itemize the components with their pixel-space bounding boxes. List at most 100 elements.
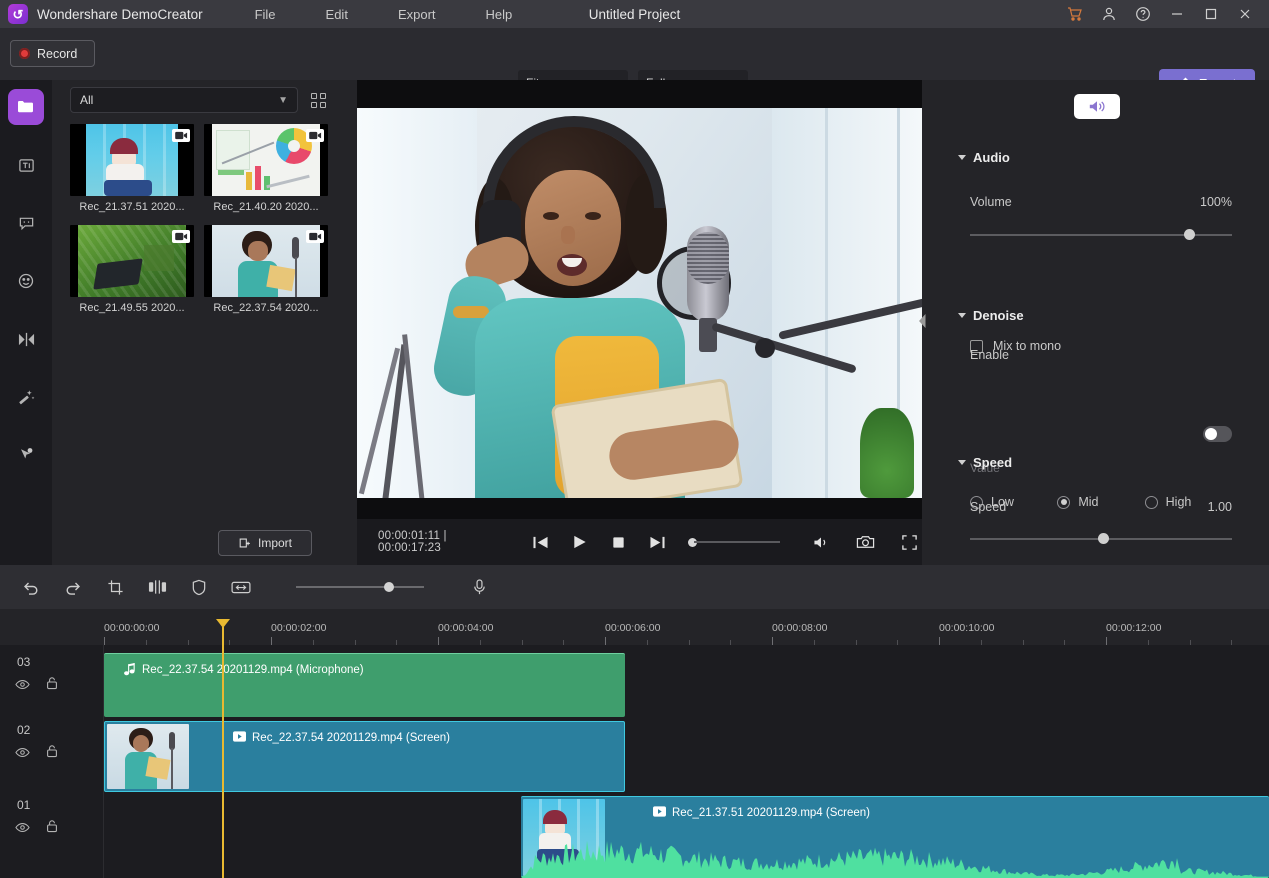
speed-label: Speed bbox=[970, 500, 1006, 514]
text-icon bbox=[18, 157, 35, 174]
zoom-track bbox=[296, 586, 424, 588]
sidebar-item-annotation[interactable] bbox=[8, 205, 44, 241]
timeline-clip-02[interactable]: Rec_22.37.54 20201129.mp4 (Screen) bbox=[104, 721, 625, 792]
media-item[interactable]: Rec_21.37.51 2020... bbox=[70, 124, 194, 213]
section-speed-title: Speed bbox=[973, 455, 1012, 470]
toolbar: Record Fit ▼ Full ▼ Export bbox=[0, 28, 1269, 80]
play-button[interactable] bbox=[566, 529, 592, 555]
ruler-label: 00:00:00:00 bbox=[104, 622, 159, 634]
player-controls: 00:00:01:11 | 00:00:17:23 bbox=[357, 519, 922, 565]
menu-edit[interactable]: Edit bbox=[320, 3, 354, 26]
import-icon bbox=[238, 536, 252, 550]
eye-icon[interactable] bbox=[15, 677, 30, 695]
close-icon[interactable] bbox=[1235, 4, 1255, 24]
import-button[interactable]: Import bbox=[218, 530, 312, 556]
menu-file[interactable]: File bbox=[249, 3, 282, 26]
folder-icon bbox=[16, 97, 36, 117]
timeline-ruler[interactable]: 00:00:00:00 00:00:02:00 00:00:04:00 00:0… bbox=[0, 609, 1269, 645]
grid-cell-icon bbox=[311, 93, 317, 99]
track-number: 03 bbox=[17, 655, 30, 669]
media-item[interactable]: Rec_22.37.54 2020... bbox=[204, 225, 328, 314]
denoise-enable-toggle[interactable] bbox=[1203, 426, 1232, 442]
sidebar-item-transition[interactable] bbox=[8, 321, 44, 357]
section-denoise[interactable]: Denoise bbox=[958, 308, 1024, 323]
media-filter-dropdown[interactable]: All ▼ bbox=[70, 87, 298, 113]
slider-knob[interactable] bbox=[1098, 533, 1109, 544]
menu-help[interactable]: Help bbox=[480, 3, 519, 26]
lock-icon[interactable] bbox=[46, 819, 58, 838]
volume-slider[interactable] bbox=[970, 229, 1232, 240]
fullscreen-button[interactable] bbox=[896, 529, 922, 555]
sidebar-item-sticker[interactable] bbox=[8, 263, 44, 299]
ruler-label: 00:00:06:00 bbox=[605, 622, 660, 634]
playhead[interactable] bbox=[222, 627, 224, 878]
next-frame-button[interactable] bbox=[644, 529, 670, 555]
media-thumbnail bbox=[204, 124, 328, 196]
media-item-caption: Rec_21.40.20 2020... bbox=[204, 201, 328, 213]
volume-slider[interactable] bbox=[688, 538, 780, 547]
lock-icon[interactable] bbox=[46, 744, 58, 763]
audio-tab[interactable] bbox=[1074, 94, 1120, 119]
help-icon[interactable] bbox=[1133, 4, 1153, 24]
timeline-clip-01[interactable]: Rec_21.37.51 20201129.mp4 (Screen) bbox=[521, 796, 1269, 878]
volume-row: Volume 100% bbox=[970, 195, 1232, 209]
undo-button[interactable] bbox=[16, 572, 46, 602]
media-thumbnail bbox=[204, 225, 328, 297]
voiceover-button[interactable] bbox=[464, 572, 494, 602]
account-icon[interactable] bbox=[1099, 4, 1119, 24]
section-audio-title: Audio bbox=[973, 150, 1010, 165]
redo-button[interactable] bbox=[58, 572, 88, 602]
stop-button[interactable] bbox=[605, 529, 631, 555]
video-badge-icon bbox=[306, 230, 324, 243]
sidebar-item-text[interactable] bbox=[8, 147, 44, 183]
mask-button[interactable] bbox=[184, 572, 214, 602]
tool-rail bbox=[0, 80, 52, 565]
panel-collapse-arrow-icon[interactable] bbox=[918, 313, 928, 329]
sidebar-item-media-library[interactable] bbox=[8, 89, 44, 125]
menu-export[interactable]: Export bbox=[392, 3, 442, 26]
properties-panel: Audio Volume 100% Mix to mono Denoise En… bbox=[922, 80, 1269, 565]
media-item[interactable]: Rec_21.40.20 2020... bbox=[204, 124, 328, 213]
section-speed[interactable]: Speed bbox=[958, 455, 1012, 470]
grid-cell-icon bbox=[311, 102, 317, 108]
snapshot-button[interactable] bbox=[852, 529, 878, 555]
video-preview[interactable] bbox=[357, 108, 922, 498]
minimize-icon[interactable] bbox=[1167, 4, 1187, 24]
timeline-clip-03[interactable]: Rec_22.37.54 20201129.mp4 (Microphone) bbox=[104, 653, 625, 717]
music-note-icon bbox=[124, 663, 136, 676]
eye-icon[interactable] bbox=[15, 745, 30, 763]
fit-timeline-button[interactable] bbox=[226, 572, 256, 602]
speed-slider[interactable] bbox=[970, 533, 1232, 544]
sidebar-item-effects[interactable] bbox=[8, 379, 44, 415]
ruler-label: 00:00:10:00 bbox=[939, 622, 994, 634]
timeline-toolbar bbox=[0, 565, 1269, 609]
video-icon bbox=[653, 806, 666, 820]
video-badge-icon bbox=[172, 230, 190, 243]
preview-panel: 00:00:01:11 | 00:00:17:23 bbox=[357, 80, 922, 565]
timeline-zoom-slider[interactable] bbox=[296, 586, 424, 588]
section-audio[interactable]: Audio bbox=[958, 150, 1010, 165]
grid-cell-icon bbox=[320, 93, 326, 99]
eye-icon[interactable] bbox=[15, 820, 30, 838]
split-button[interactable] bbox=[142, 572, 172, 602]
maximize-icon[interactable] bbox=[1201, 4, 1221, 24]
track-header-03: 03 bbox=[0, 645, 104, 713]
video-icon bbox=[233, 731, 246, 745]
mute-icon[interactable] bbox=[808, 529, 834, 555]
slider-knob[interactable] bbox=[1184, 229, 1195, 240]
sidebar-item-cursor-effects[interactable] bbox=[8, 437, 44, 473]
smiley-icon bbox=[17, 272, 35, 290]
crop-button[interactable] bbox=[100, 572, 130, 602]
cart-icon[interactable] bbox=[1065, 4, 1085, 24]
lock-icon[interactable] bbox=[46, 676, 58, 695]
grid-view-toggle[interactable] bbox=[311, 91, 329, 109]
media-item-caption: Rec_22.37.54 2020... bbox=[204, 302, 328, 314]
zoom-knob[interactable] bbox=[384, 582, 394, 592]
title-bar: ↺ Wondershare DemoCreator File Edit Expo… bbox=[0, 0, 1269, 28]
enable-row: Enable bbox=[970, 348, 1232, 362]
media-item[interactable]: Rec_21.49.55 2020... bbox=[70, 225, 194, 314]
record-button[interactable]: Record bbox=[10, 40, 95, 67]
clip-title-01: Rec_21.37.51 20201129.mp4 (Screen) bbox=[672, 807, 870, 819]
prev-frame-button[interactable] bbox=[527, 529, 553, 555]
timeline[interactable]: 00:00:00:00 00:00:02:00 00:00:04:00 00:0… bbox=[0, 609, 1269, 878]
